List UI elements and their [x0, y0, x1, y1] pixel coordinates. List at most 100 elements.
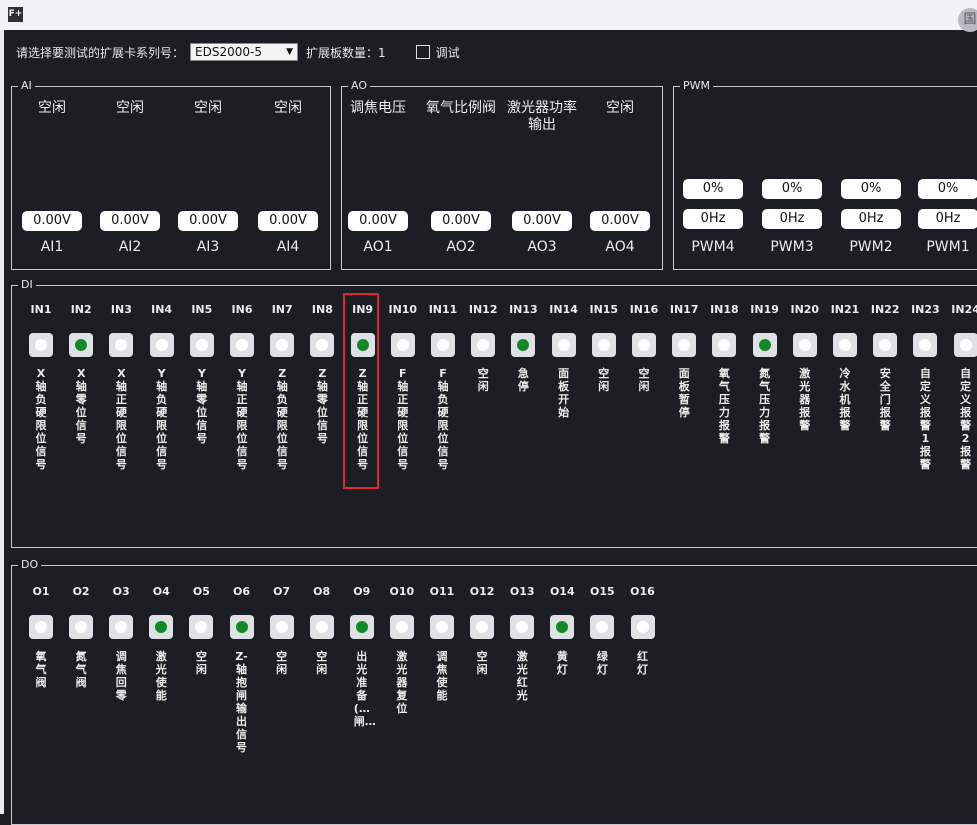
di-description: 自定义报警1报警 [919, 367, 931, 471]
ai-channel-name: 空闲 [116, 100, 144, 116]
di-status-indicator [69, 333, 94, 357]
ao-channel-label: AO3 [527, 239, 557, 255]
pwm-duty-box: 0% [683, 179, 743, 199]
do-output-toggle[interactable] [269, 615, 294, 639]
pwm-channel-label: PWM4 [691, 239, 735, 255]
do-output-label: O15 [590, 585, 615, 598]
di-description: 面板暂停 [678, 367, 690, 419]
do-output-label: O11 [429, 585, 455, 598]
do-output-label: O16 [630, 585, 655, 598]
di-status-indicator [752, 333, 777, 357]
di-status-indicator [953, 333, 977, 357]
ai-group-title: AI [18, 79, 35, 93]
ao-channel-name: 调焦电压 [350, 100, 406, 116]
di-description: 冷水机报警 [839, 367, 851, 432]
di-input-label: IN19 [750, 303, 779, 316]
di-input-label: IN21 [830, 303, 860, 316]
di-input-label: IN10 [388, 303, 418, 316]
do-output-toggle[interactable] [550, 615, 575, 639]
do-output-toggle[interactable] [470, 615, 495, 639]
di-description: Y轴零位信号 [196, 367, 208, 445]
ao-channel-name: 空闲 [606, 100, 634, 116]
do-description: 调焦回零 [115, 650, 127, 702]
pwm-duty-box: 0% [841, 179, 901, 199]
di-input-label: IN8 [311, 303, 333, 316]
board-count-label: 扩展板数量：1 [306, 45, 386, 60]
do-description: 黄灯 [556, 650, 568, 676]
card-series-select[interactable]: EDS2000-5 ▼ [190, 43, 299, 61]
pwm-duty-box: 0% [918, 179, 977, 199]
di-description: 急停 [517, 367, 529, 393]
di-group-title: DI [18, 278, 36, 292]
app-icon: F+ [8, 7, 23, 22]
do-output-toggle[interactable] [630, 615, 655, 639]
do-output-toggle[interactable] [189, 615, 214, 639]
do-output-label: O10 [389, 585, 415, 598]
di-input-label: IN17 [669, 303, 699, 316]
do-description: Z-轴抱闸输出信号 [235, 650, 248, 754]
ao-group-title: AO [348, 79, 370, 93]
window-control-button[interactable]: 国 [958, 8, 977, 32]
di-input-label: IN20 [790, 303, 820, 316]
di-description: F轴正硬限位信号 [397, 367, 409, 471]
ao-channel-label: AO4 [605, 239, 635, 255]
do-output-toggle[interactable] [149, 615, 174, 639]
pwm-group-title: PWM [680, 79, 714, 93]
pwm-freq-box: 0Hz [918, 209, 977, 229]
ai-value-box: 0.00V [258, 211, 318, 231]
do-output-toggle[interactable] [510, 615, 535, 639]
do-output-toggle[interactable] [430, 615, 454, 639]
di-input-label: IN15 [589, 303, 619, 316]
do-output-label: O1 [32, 585, 50, 598]
di-input-label: IN7 [271, 303, 293, 316]
do-output-toggle[interactable] [309, 615, 334, 639]
do-output-toggle[interactable] [229, 615, 254, 639]
ai-channel-name: 空闲 [38, 100, 66, 116]
di-input-label: IN23 [911, 303, 940, 316]
do-description: 绿灯 [596, 650, 608, 676]
do-description: 空闲 [476, 650, 488, 676]
do-output-label: O7 [273, 585, 291, 598]
do-output-label: O5 [192, 585, 210, 598]
ao-channel-label: AO2 [446, 239, 476, 255]
do-description: 空闲 [276, 650, 288, 676]
do-output-toggle[interactable] [29, 615, 53, 639]
di-description: 激光器报警 [799, 367, 811, 432]
do-output-toggle[interactable] [590, 615, 615, 639]
do-output-toggle[interactable] [389, 615, 414, 639]
ao-value-box: 0.00V [512, 211, 572, 231]
di-status-indicator [149, 333, 174, 357]
di-description: 面板开始 [558, 367, 570, 419]
do-output-toggle[interactable] [69, 615, 94, 639]
ai-channel-label: AI4 [276, 239, 300, 255]
do-output-toggle[interactable] [349, 615, 374, 639]
card-series-prompt: 请选择要测试的扩展卡系列号： [16, 45, 185, 60]
di-input-label: IN14 [549, 303, 578, 316]
debug-label: 调试 [435, 45, 460, 60]
di-status-indicator [471, 333, 496, 357]
di-status-indicator [551, 333, 576, 357]
ao-channel-name: 氧气比例阀 [426, 100, 496, 116]
ai-value-box: 0.00V [178, 211, 238, 231]
do-description: 氮气阀 [75, 650, 87, 689]
ai-channel-name: 空闲 [194, 100, 222, 116]
di-status-indicator [591, 333, 616, 357]
di-input-label: IN13 [509, 303, 538, 316]
debug-checkbox[interactable] [415, 45, 430, 59]
di-status-indicator [189, 333, 214, 357]
title-bar: F+ 国 [0, 0, 977, 32]
di-description: X轴零位信号 [75, 367, 87, 445]
di-status-indicator [913, 333, 938, 357]
do-description: 激光使能 [155, 650, 167, 702]
di-status-indicator [310, 333, 335, 357]
di-status-indicator [672, 333, 697, 357]
pwm-freq-box: 0Hz [683, 209, 743, 229]
di-input-label: IN24 [951, 303, 977, 316]
do-description: 调焦使能 [436, 650, 448, 702]
di-status-indicator [230, 333, 254, 357]
window-edge [0, 30, 4, 814]
do-output-label: O2 [72, 585, 90, 598]
do-output-toggle[interactable] [109, 615, 134, 639]
di-status-indicator [792, 333, 817, 357]
di-description: 自定义报警2报警 [960, 367, 972, 471]
